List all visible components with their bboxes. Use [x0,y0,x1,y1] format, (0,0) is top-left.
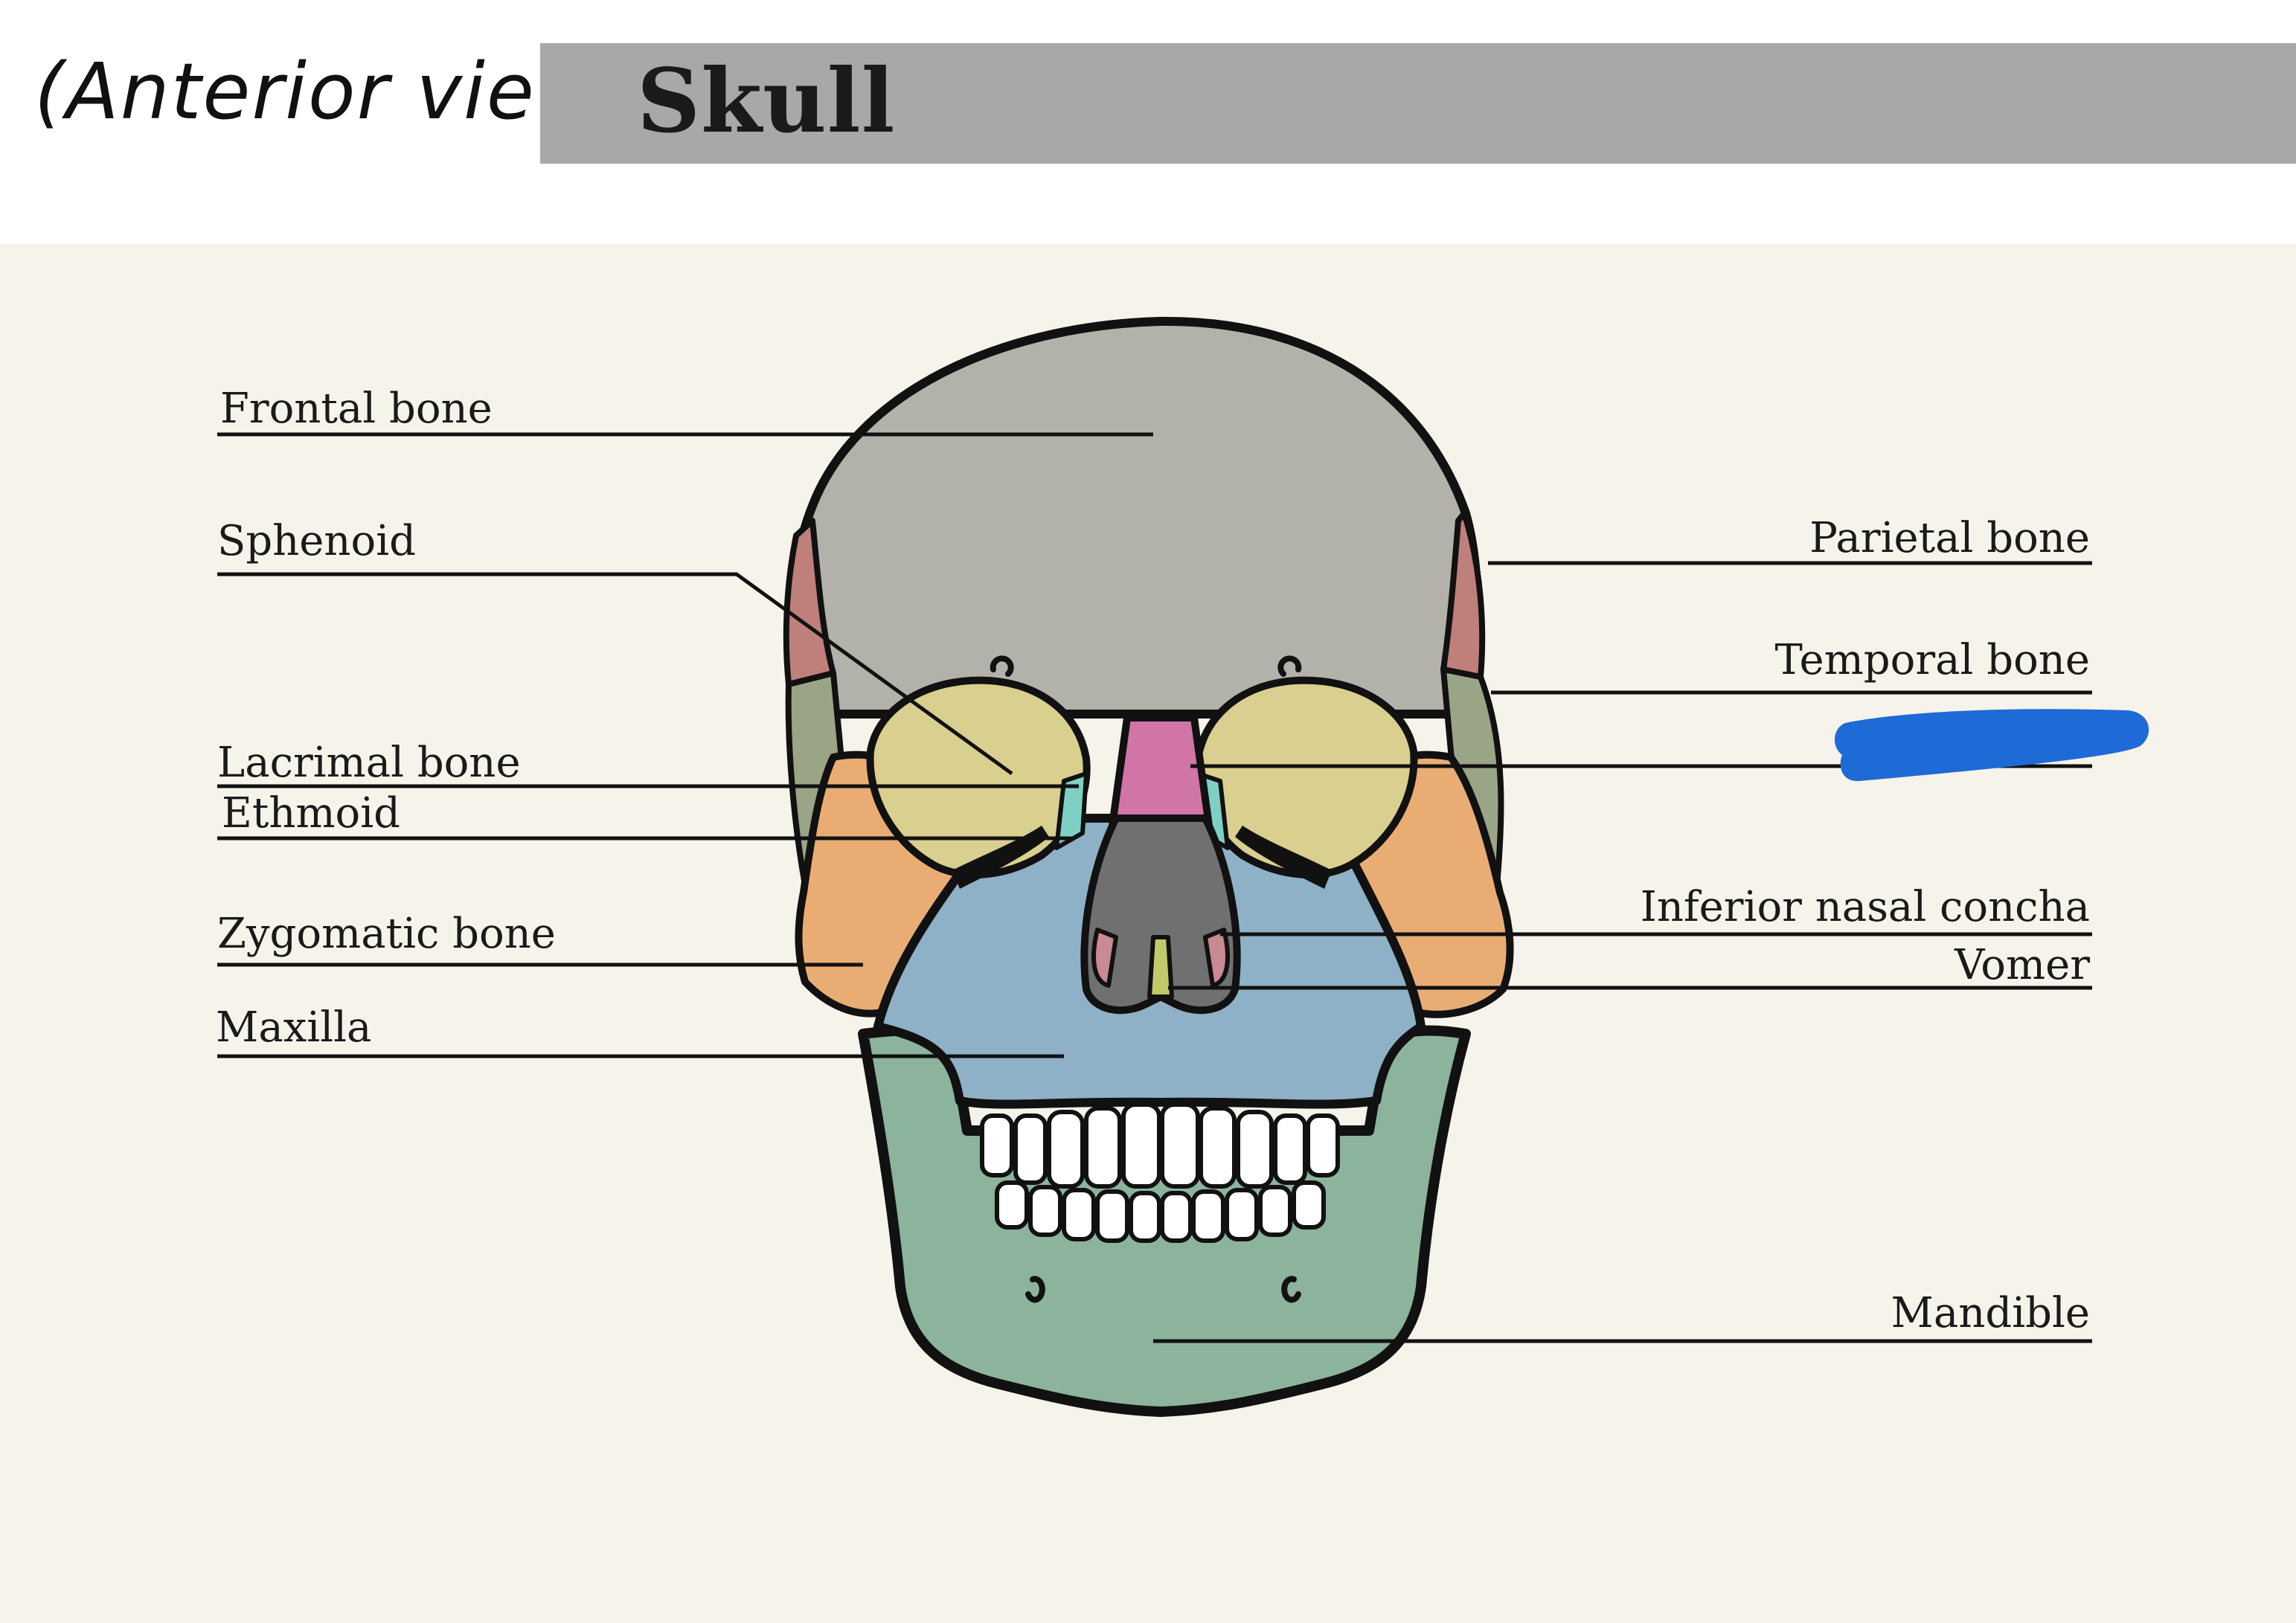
orbit-left [866,676,1091,878]
label-maxilla: Maxilla [216,1003,372,1052]
label-parietal-bone: Parietal bone [1809,514,2090,562]
label-zygomatic-bone: Zygomatic bone [217,910,556,958]
redaction-scribble [1834,709,2149,782]
label-mandible: Mandible [1891,1289,2090,1337]
label-frontal-bone: Frontal bone [220,385,493,433]
frontal-bone-shape [785,316,1483,719]
label-lacrimal-bone: Lacrimal bone [217,739,521,787]
label-temporal-bone: Temporal bone [1774,636,2090,684]
label-inferior-nasal-concha: Inferior nasal concha [1640,883,2090,931]
orbit-right [1193,676,1418,878]
skull-illustration [783,316,1514,1417]
teeth [980,1102,1340,1243]
nasal-bone [1109,714,1213,829]
label-vomer: Vomer [1954,941,2090,989]
label-ethmoid: Ethmoid [222,789,401,838]
label-sphenoid: Sphenoid [217,517,416,565]
